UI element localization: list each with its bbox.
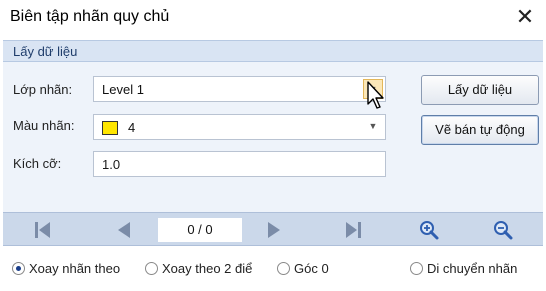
color-swatch <box>102 121 118 135</box>
last-page-icon[interactable] <box>340 219 366 241</box>
size-label: Kích cỡ: <box>13 156 62 171</box>
next-icon[interactable] <box>261 219 287 241</box>
radio-unselected-icon[interactable] <box>410 262 423 275</box>
previous-icon[interactable] <box>111 219 137 241</box>
chevron-down-icon[interactable]: ▼ <box>363 117 383 137</box>
layer-label: Lớp nhãn: <box>13 82 73 97</box>
radio-unselected-icon[interactable] <box>277 262 290 275</box>
radio-selected-icon[interactable] <box>12 262 25 275</box>
close-button[interactable]: ✕ <box>510 3 540 31</box>
window-title: Biên tập nhãn quy chủ <box>10 8 170 25</box>
section-header[interactable]: Lấy dữ liệu <box>3 40 543 62</box>
form-panel: Lớp nhãn: Level 1 ▼ Màu nhãn: 4 ▼ Kích c… <box>3 62 543 212</box>
label-options: Xoay nhãn theo Xoay theo 2 điể Góc 0 Di … <box>0 256 546 286</box>
angle-zero-radio[interactable]: Góc 0 <box>277 261 329 276</box>
zoom-out-icon[interactable] <box>490 219 516 241</box>
zoom-in-icon[interactable] <box>416 219 442 241</box>
color-value: 4 <box>128 120 136 135</box>
get-data-button[interactable]: Lấy dữ liệu <box>421 75 539 105</box>
mouse-cursor-icon <box>367 81 384 109</box>
size-input[interactable]: 1.0 <box>93 151 386 177</box>
angle-zero-text: Góc 0 <box>294 261 329 276</box>
color-label: Màu nhãn: <box>13 118 75 133</box>
color-dropdown[interactable]: 4 ▼ <box>93 114 386 140</box>
layer-dropdown[interactable]: Level 1 ▼ <box>93 76 386 102</box>
title-bar: Biên tập nhãn quy chủ ✕ <box>0 0 546 36</box>
radio-unselected-icon[interactable] <box>145 262 158 275</box>
section-title: Lấy dữ liệu <box>13 44 78 59</box>
rotate-label-text: Xoay nhãn theo <box>29 261 121 276</box>
rotate-label-radio[interactable]: Xoay nhãn theo <box>12 261 120 276</box>
layer-value: Level 1 <box>102 82 144 97</box>
page-indicator: 0 / 0 <box>158 218 242 242</box>
move-label-radio[interactable]: Di chuyển nhãn <box>410 261 517 276</box>
navigation-bar: 0 / 0 <box>3 212 543 246</box>
move-label-text: Di chuyển nhãn <box>427 261 518 276</box>
first-page-icon[interactable] <box>30 219 56 241</box>
auto-draw-button[interactable]: Vẽ bán tự động <box>421 115 539 145</box>
size-value: 1.0 <box>102 157 121 172</box>
rotate-two-points-text: Xoay theo 2 điể <box>162 261 253 276</box>
rotate-two-points-radio[interactable]: Xoay theo 2 điể <box>145 261 271 276</box>
